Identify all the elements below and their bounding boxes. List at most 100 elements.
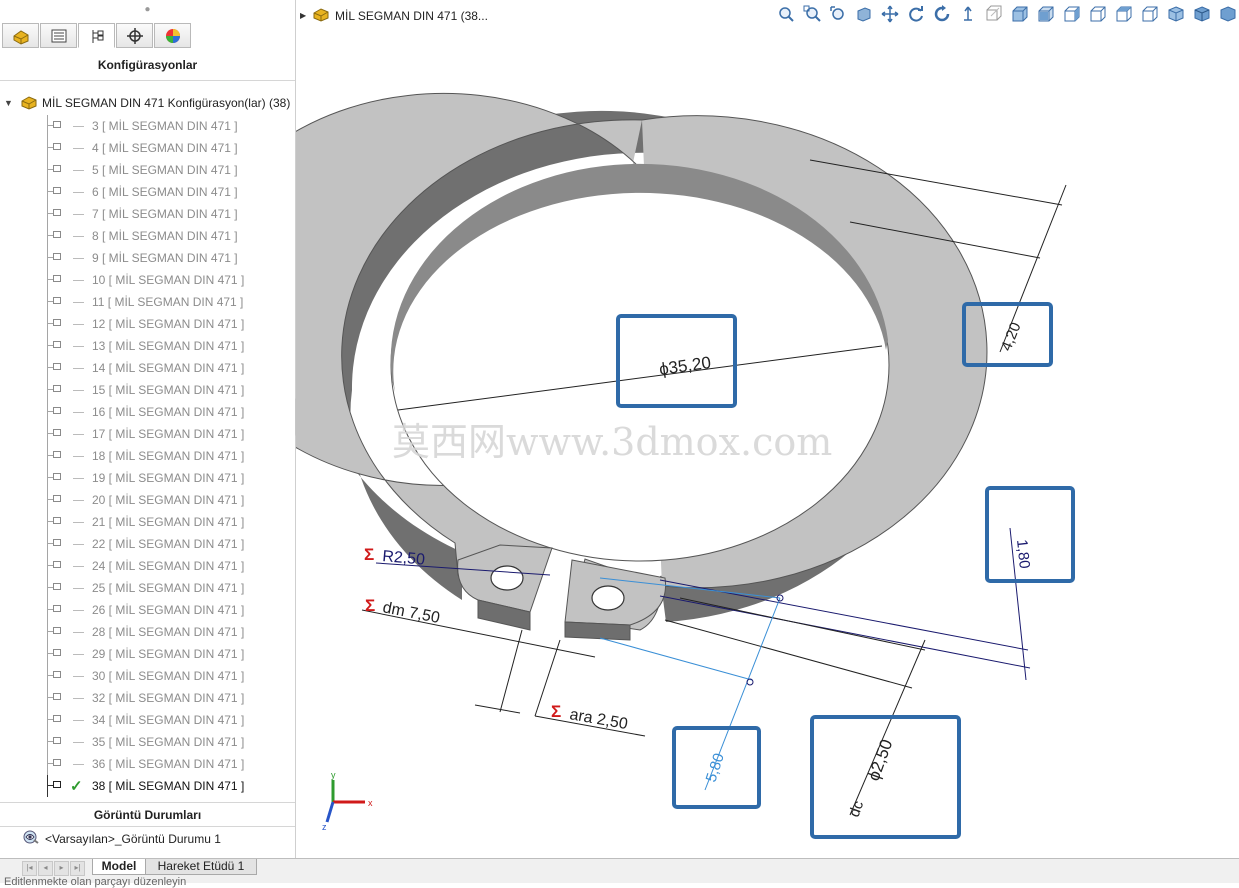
config-item[interactable]: 12 [ MİL SEGMAN DIN 471 ]: [0, 313, 295, 335]
config-label: 19 [ MİL SEGMAN DIN 471 ]: [92, 471, 245, 485]
config-list: 3 [ MİL SEGMAN DIN 471 ] 4 [ MİL SEGMAN D…: [0, 115, 295, 797]
normal-to-icon[interactable]: [958, 4, 978, 24]
config-item[interactable]: 36 [ MİL SEGMAN DIN 471 ]: [0, 753, 295, 775]
bottom-view-icon[interactable]: [1140, 4, 1160, 24]
dim-hole-offset[interactable]: 5,80: [703, 751, 728, 784]
config-item[interactable]: 13 [ MİL SEGMAN DIN 471 ]: [0, 335, 295, 357]
config-item[interactable]: 30 [ MİL SEGMAN DIN 471 ]: [0, 665, 295, 687]
configuration-icon: [53, 671, 61, 678]
config-item[interactable]: 20 [ MİL SEGMAN DIN 471 ]: [0, 489, 295, 511]
config-item[interactable]: 15 [ MİL SEGMAN DIN 471 ]: [0, 379, 295, 401]
config-item[interactable]: 26 [ MİL SEGMAN DIN 471 ]: [0, 599, 295, 621]
config-item[interactable]: 3 [ MİL SEGMAN DIN 471 ]: [0, 115, 295, 137]
config-item[interactable]: 34 [ MİL SEGMAN DIN 471 ]: [0, 709, 295, 731]
config-item[interactable]: 10 [ MİL SEGMAN DIN 471 ]: [0, 269, 295, 291]
config-item[interactable]: ✓ 38 [ MİL SEGMAN DIN 471 ]: [0, 775, 295, 797]
config-item[interactable]: 19 [ MİL SEGMAN DIN 471 ]: [0, 467, 295, 489]
first-tab-icon[interactable]: |◂: [22, 861, 37, 876]
config-item[interactable]: 22 [ MİL SEGMAN DIN 471 ]: [0, 533, 295, 555]
right-view-icon[interactable]: [1088, 4, 1108, 24]
back-view-icon[interactable]: [1036, 4, 1056, 24]
section-view-icon[interactable]: [854, 4, 874, 24]
triad-z-label: z: [322, 822, 327, 832]
tab-motion-study[interactable]: Hareket Etüdü 1: [145, 859, 257, 875]
config-item[interactable]: 11 [ MİL SEGMAN DIN 471 ]: [0, 291, 295, 313]
config-label: 12 [ MİL SEGMAN DIN 471 ]: [92, 317, 245, 331]
dim-width[interactable]: 1,80: [1013, 539, 1033, 570]
trimetric-view-icon[interactable]: [1192, 4, 1212, 24]
roll-view-icon[interactable]: [932, 4, 952, 24]
isometric-view-icon[interactable]: [1166, 4, 1186, 24]
expand-arrow-icon[interactable]: ▼: [4, 98, 20, 108]
dimetric-view-icon[interactable]: [1218, 4, 1238, 24]
tab-feature-manager[interactable]: [2, 23, 39, 48]
zoom-to-area-icon[interactable]: [802, 4, 822, 24]
inactive-dash-icon: [73, 148, 84, 149]
config-item[interactable]: 9 [ MİL SEGMAN DIN 471 ]: [0, 247, 295, 269]
configuration-icon: [53, 429, 61, 436]
config-item[interactable]: 24 [ MİL SEGMAN DIN 471 ]: [0, 555, 295, 577]
pan-icon[interactable]: [880, 4, 900, 24]
front-view-icon[interactable]: [1010, 4, 1030, 24]
dim-thickness[interactable]: 4,20: [998, 320, 1025, 353]
dim-dm[interactable]: dm 7,50: [381, 599, 441, 627]
config-item[interactable]: 28 [ MİL SEGMAN DIN 471 ]: [0, 621, 295, 643]
config-item[interactable]: 17 [ MİL SEGMAN DIN 471 ]: [0, 423, 295, 445]
top-view-icon[interactable]: [1114, 4, 1134, 24]
config-item[interactable]: 4 [ MİL SEGMAN DIN 471 ]: [0, 137, 295, 159]
inactive-dash-icon: [73, 280, 84, 281]
config-item[interactable]: 29 [ MİL SEGMAN DIN 471 ]: [0, 643, 295, 665]
extension-line: [599, 637, 753, 681]
dim-ara[interactable]: ara 2,50: [568, 706, 629, 733]
last-tab-icon[interactable]: ▸|: [70, 861, 85, 876]
prev-tab-icon[interactable]: ◂: [38, 861, 53, 876]
document-title-bar[interactable]: ▶ MİL SEGMAN DIN 471 (38...: [300, 6, 488, 25]
inactive-dash-icon: [73, 588, 84, 589]
inactive-dash-icon: [73, 258, 84, 259]
previous-view-icon[interactable]: [828, 4, 848, 24]
display-state-label: <Varsayılan>_Görüntü Durumu 1: [45, 831, 221, 846]
config-label: 11 [ MİL SEGMAN DIN 471 ]: [92, 295, 244, 309]
dim-hole-diameter-prefix[interactable]: dc: [846, 798, 868, 819]
tab-property-manager[interactable]: [40, 23, 77, 48]
next-tab-icon[interactable]: ▸: [54, 861, 69, 876]
graphics-viewport[interactable]: ϕ35,20 4,20 1,80 Σ R2,50 Σ dm 7,50 Σ ara…: [296, 30, 1239, 858]
configuration-icon: [53, 275, 61, 282]
zoom-to-fit-icon[interactable]: [776, 4, 796, 24]
config-item[interactable]: 8 [ MİL SEGMAN DIN 471 ]: [0, 225, 295, 247]
tab-model[interactable]: Model: [92, 859, 146, 875]
dim-radius[interactable]: R2,50: [382, 548, 426, 569]
configuration-icon: [53, 253, 61, 260]
config-item[interactable]: 35 [ MİL SEGMAN DIN 471 ]: [0, 731, 295, 753]
tab-dimxpert-manager[interactable]: [116, 23, 153, 48]
rotate-icon[interactable]: [906, 4, 926, 24]
config-item[interactable]: 32 [ MİL SEGMAN DIN 471 ]: [0, 687, 295, 709]
config-item[interactable]: 18 [ MİL SEGMAN DIN 471 ]: [0, 445, 295, 467]
panel-tabs: [2, 23, 192, 49]
config-item[interactable]: 21 [ MİL SEGMAN DIN 471 ]: [0, 511, 295, 533]
display-states-title: Görüntü Durumları: [93, 808, 202, 822]
tab-configuration-manager[interactable]: [78, 23, 115, 48]
tab-display-manager[interactable]: [154, 23, 191, 48]
ara-dim-line: [474, 704, 521, 714]
view-orientation-icon[interactable]: [984, 4, 1004, 24]
config-item[interactable]: 25 [ MİL SEGMAN DIN 471 ]: [0, 577, 295, 599]
dim-hole-diameter[interactable]: ϕ2,50: [864, 737, 896, 784]
configuration-icon: [53, 517, 61, 524]
config-root[interactable]: ▼ MİL SEGMAN DIN 471 Konfigürasyon(lar) …: [4, 93, 290, 113]
configuration-icon: [53, 385, 61, 392]
config-item[interactable]: 6 [ MİL SEGMAN DIN 471 ]: [0, 181, 295, 203]
expand-arrow-icon[interactable]: ▶: [300, 11, 312, 20]
configuration-icon: [53, 561, 61, 568]
display-state-item[interactable]: <Varsayılan>_Görüntü Durumu 1: [22, 829, 221, 848]
left-view-icon[interactable]: [1062, 4, 1082, 24]
tree-line: [47, 159, 48, 181]
config-item[interactable]: 16 [ MİL SEGMAN DIN 471 ]: [0, 401, 295, 423]
config-label: 22 [ MİL SEGMAN DIN 471 ]: [92, 537, 245, 551]
tree-line: [47, 753, 48, 775]
configuration-icon: [53, 187, 61, 194]
config-item[interactable]: 5 [ MİL SEGMAN DIN 471 ]: [0, 159, 295, 181]
panel-grip[interactable]: ⦁: [0, 0, 295, 20]
config-item[interactable]: 7 [ MİL SEGMAN DIN 471 ]: [0, 203, 295, 225]
config-item[interactable]: 14 [ MİL SEGMAN DIN 471 ]: [0, 357, 295, 379]
